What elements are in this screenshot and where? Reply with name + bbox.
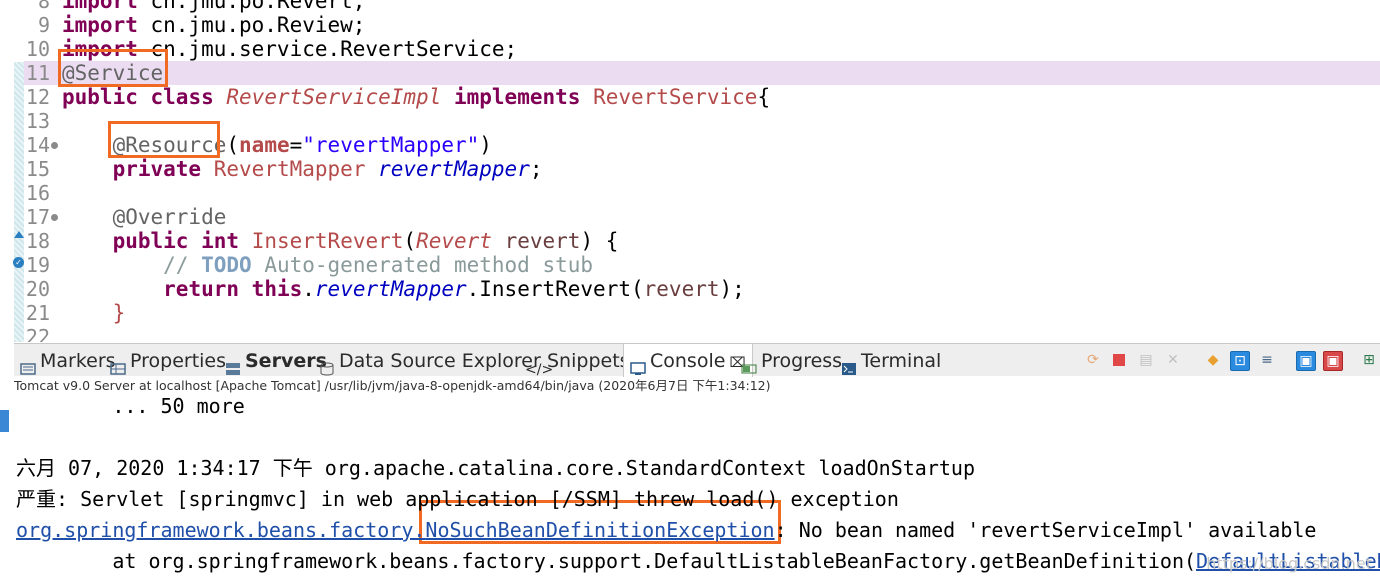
tab-label: Properties bbox=[130, 350, 227, 372]
code-line[interactable]: 19 // TODO Auto-generated method stub bbox=[0, 253, 1380, 277]
terminal-icon bbox=[841, 353, 857, 375]
highlight-service-annotation bbox=[58, 49, 168, 87]
snippets-icon: </> bbox=[525, 361, 554, 378]
code-text: } bbox=[112, 301, 126, 325]
line-number: 14 bbox=[25, 133, 50, 157]
console-process-description: Tomcat v9.0 Server at localhost [Apache … bbox=[14, 378, 771, 393]
tab-properties[interactable]: Properties bbox=[110, 344, 226, 376]
console-output[interactable]: ... 50 more 六月 07, 2020 1:34:17 下午 org.a… bbox=[0, 396, 1380, 577]
open-console-icon[interactable]: ⊞ bbox=[1360, 351, 1378, 369]
line-number: 10 bbox=[25, 37, 50, 61]
override-marker-icon[interactable] bbox=[14, 231, 24, 238]
progress-icon bbox=[741, 353, 757, 373]
tab-label: Snippets bbox=[547, 350, 630, 372]
console-icon bbox=[630, 353, 646, 375]
exception-package-link[interactable]: org.springframework.beans.factory. bbox=[16, 518, 425, 542]
tab-label: Terminal bbox=[861, 350, 942, 372]
tab-progress[interactable]: Progress bbox=[741, 344, 842, 376]
code-text: private RevertMapper revertMapper; bbox=[112, 157, 543, 181]
code-text: public int InsertRevert(Revert revert) { bbox=[112, 229, 619, 253]
line-number: 15 bbox=[25, 157, 50, 181]
line-number: 17 bbox=[25, 205, 50, 229]
line-number: 16 bbox=[25, 181, 50, 205]
terminate-icon[interactable] bbox=[1110, 351, 1128, 369]
tab-label: Progress bbox=[761, 350, 843, 372]
code-text: // TODO Auto-generated method stub bbox=[163, 253, 594, 277]
properties-icon bbox=[110, 353, 126, 375]
code-line[interactable]: 8 import cn.jmu.po.Revert; bbox=[0, 0, 1380, 13]
code-line[interactable]: 12 public class RevertServiceImpl impleme… bbox=[0, 85, 1380, 109]
exception-message: : No bean named 'revertServiceImpl' avai… bbox=[774, 518, 1317, 542]
console-line: 严重: Servlet [springmvc] in web applicati… bbox=[16, 487, 899, 511]
code-line[interactable]: 9 import cn.jmu.po.Review; bbox=[0, 13, 1380, 37]
remove-launch-icon[interactable]: ▤ bbox=[1137, 351, 1155, 369]
fold-toggle-icon[interactable] bbox=[51, 142, 58, 149]
code-text: @Override bbox=[112, 205, 227, 229]
line-number: 12 bbox=[25, 85, 50, 109]
tab-label: Data Source Explorer bbox=[339, 350, 541, 372]
selection-marker bbox=[0, 410, 9, 432]
line-number: 11 bbox=[25, 61, 50, 85]
tab-data-source-explorer[interactable]: Data Source Explorer bbox=[319, 344, 541, 376]
code-line[interactable]: 22 bbox=[0, 325, 1380, 342]
code-line[interactable]: 15 private RevertMapper revertMapper; bbox=[0, 157, 1380, 181]
display-console-icon[interactable]: ▣ bbox=[1323, 351, 1343, 371]
scroll-lock-icon[interactable]: ⊡ bbox=[1230, 351, 1250, 371]
tab-label: Servers bbox=[245, 350, 327, 372]
highlight-resource-annotation bbox=[108, 121, 220, 158]
code-line[interactable]: 21 } bbox=[0, 301, 1380, 325]
line-number: 21 bbox=[25, 301, 50, 325]
pin-console-icon[interactable]: ▣ bbox=[1296, 351, 1316, 371]
tab-servers[interactable]: Servers bbox=[225, 344, 327, 376]
line-number: 20 bbox=[25, 277, 50, 301]
line-number: 19 bbox=[25, 253, 50, 277]
tab-markers[interactable]: Markers bbox=[20, 344, 116, 376]
fold-toggle-icon[interactable] bbox=[51, 214, 58, 221]
code-line[interactable]: 17 @Override bbox=[0, 205, 1380, 229]
tab-console[interactable]: Console ⌧ bbox=[623, 344, 753, 377]
line-number: 9 bbox=[37, 13, 50, 37]
console-line: at org.springframework.beans.factory.sup… bbox=[16, 546, 1380, 576]
console-line: org.springframework.beans.factory.NoSuch… bbox=[16, 515, 1316, 545]
exception-class-link[interactable]: NoSuchBeanDefinitionException bbox=[425, 518, 774, 542]
code-text: import cn.jmu.po.Revert; bbox=[62, 0, 366, 13]
tab-label: Console bbox=[650, 350, 726, 372]
servers-icon bbox=[225, 353, 241, 375]
code-text: return this.revertMapper.InsertRevert(re… bbox=[163, 277, 745, 301]
code-line[interactable]: 20 return this.revertMapper.InsertRevert… bbox=[0, 277, 1380, 301]
tab-label: Markers bbox=[40, 350, 116, 372]
clear-console-icon[interactable]: ◆ bbox=[1204, 351, 1222, 369]
tab-terminal[interactable]: Terminal bbox=[841, 344, 941, 376]
views-tab-bar: Markers Properties Servers Data Source E… bbox=[14, 343, 1380, 378]
remove-all-icon[interactable]: ✕ bbox=[1164, 351, 1182, 369]
refresh-icon[interactable]: ⟳ bbox=[1084, 351, 1102, 369]
code-editor[interactable]: 8 import cn.jmu.po.Revert; 9 import cn.jmu.… bbox=[0, 0, 1380, 342]
tab-snippets[interactable]: </>Snippets bbox=[525, 344, 630, 378]
code-text: public class RevertServiceImpl implement… bbox=[62, 85, 771, 109]
watermark: https://blog.csdn.net bbox=[1206, 554, 1372, 573]
data-source-icon bbox=[319, 353, 335, 375]
line-number: 13 bbox=[25, 109, 50, 133]
word-wrap-icon[interactable]: ≡ bbox=[1258, 351, 1276, 369]
line-number: 8 bbox=[37, 0, 50, 13]
console-line: ... 50 more bbox=[16, 396, 245, 418]
code-line[interactable]: 16 bbox=[0, 181, 1380, 205]
line-number: 18 bbox=[25, 229, 50, 253]
code-text: import cn.jmu.po.Review; bbox=[62, 13, 366, 37]
markers-icon bbox=[20, 353, 36, 375]
console-line: 六月 07, 2020 1:34:17 下午 org.apache.catali… bbox=[16, 456, 975, 480]
stack-frame: at org.springframework.beans.factory.sup… bbox=[16, 549, 1197, 573]
task-marker-icon[interactable]: ✓ bbox=[13, 257, 24, 268]
line-number: 22 bbox=[25, 325, 50, 342]
code-line[interactable]: 18 public int InsertRevert(Revert revert… bbox=[0, 229, 1380, 253]
code-line[interactable]: 11 @Service bbox=[24, 61, 1380, 85]
code-line[interactable]: 10 import cn.jmu.service.RevertService; bbox=[0, 37, 1380, 61]
